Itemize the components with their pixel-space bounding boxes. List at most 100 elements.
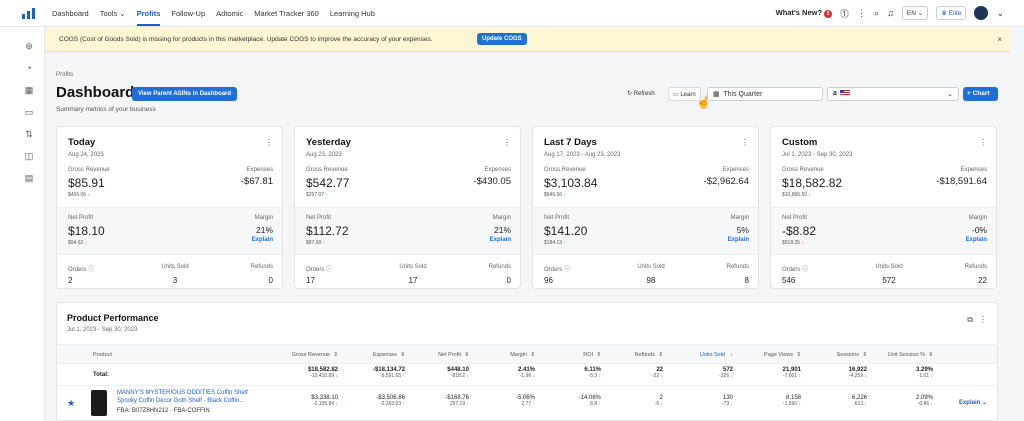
page-title: Dashboard xyxy=(56,84,135,101)
map-icon[interactable]: ◫ xyxy=(24,151,34,161)
card-date: Aug 17, 2023 - Aug 23, 2023 xyxy=(544,152,621,158)
gross-revenue-change: $10,866.50 ↓ xyxy=(782,192,811,198)
add-chart-button[interactable]: + Chart xyxy=(963,87,998,101)
explain-button[interactable]: Explain xyxy=(252,237,273,243)
more-icon[interactable]: ⋮ xyxy=(979,315,987,324)
language-select[interactable]: EN ⌄ xyxy=(901,6,929,20)
breadcrumb[interactable]: Profits xyxy=(56,72,73,78)
column-header-sessions[interactable]: Sessions xyxy=(837,352,859,358)
nav-follow-up[interactable]: Follow-Up xyxy=(171,9,205,26)
more-icon[interactable]: ⋮ xyxy=(979,138,987,147)
margin-label: Margin xyxy=(254,215,273,221)
plan-badge[interactable]: ♛ Elite xyxy=(936,6,967,20)
sort-icon[interactable]: ↓ xyxy=(730,352,733,358)
product-name-link[interactable]: MANNY'S MYSTERIOUS ODDITIES Coffin Shelf… xyxy=(117,390,267,405)
app-logo-icon[interactable] xyxy=(22,8,36,19)
orders-value: 96 xyxy=(544,276,553,285)
net-profit-value: $112.72 xyxy=(306,224,349,238)
column-header-expenses[interactable]: Expenses xyxy=(373,352,397,358)
units-sold-value: 3 xyxy=(172,276,178,285)
chevron-down-icon: ⌄ xyxy=(947,91,953,98)
column-header-net-profit[interactable]: Net Profit xyxy=(438,352,461,358)
sort-icon[interactable]: ⇕ xyxy=(596,352,601,358)
table-cell: 2.09% -0.86 ↓ xyxy=(915,395,933,407)
net-profit-value: $141.20 xyxy=(544,224,588,238)
clipboard-icon[interactable]: ▤ xyxy=(24,173,34,183)
column-header-gross-revenue[interactable]: Gross Revenue xyxy=(292,352,330,358)
column-header-roi[interactable]: ROI xyxy=(583,352,593,358)
explain-button[interactable]: Explain ⌄ xyxy=(959,399,987,406)
card-title: Custom xyxy=(782,137,818,148)
explain-button[interactable]: Explain xyxy=(490,237,511,243)
help-icon[interactable]: ⓵ xyxy=(840,7,849,20)
sort-icon[interactable]: ⇕ xyxy=(400,352,405,358)
trend-down-icon: ↓ xyxy=(335,373,339,379)
bell-icon[interactable]: ♫ xyxy=(887,8,894,18)
sort-icon[interactable]: ⇕ xyxy=(333,352,338,358)
trend-down-icon: ↓ xyxy=(864,373,868,379)
table-cell: 6,226 -613 ↓ xyxy=(851,395,867,407)
search-icon[interactable]: ⌕ xyxy=(874,8,879,19)
total-label: Total: xyxy=(93,372,109,378)
nav-tools[interactable]: Tools ⌄ xyxy=(100,9,126,26)
more-icon[interactable]: ⋮ xyxy=(503,138,511,147)
trend-down-icon: ↓ xyxy=(808,192,811,198)
refresh-button[interactable]: ↻ Refresh xyxy=(623,87,659,101)
star-icon[interactable]: ★ xyxy=(67,398,75,409)
card-icon[interactable]: ▭ xyxy=(24,107,34,117)
view-parent-asins-button[interactable]: View Parent ASINs in Dashboard xyxy=(132,87,238,101)
pointer-cursor-icon: ☝ xyxy=(696,95,711,109)
whats-new-link[interactable]: What's New? 2 xyxy=(776,8,833,18)
sort-icon[interactable]: ⇕ xyxy=(464,352,469,358)
net-profit-label: Net Profit xyxy=(782,215,808,221)
table-cell: 16,922 -4,259 ↓ xyxy=(848,367,868,379)
update-cogs-button[interactable]: Update COGS xyxy=(477,33,527,45)
nav-dashboard[interactable]: Dashboard xyxy=(52,9,89,26)
margin-label: Margin xyxy=(730,215,749,221)
summary-card: Today Aug 24, 2023 ⋮ Gross Revenue $85.91 $45… xyxy=(56,126,283,289)
sort-icon[interactable]: ⇕ xyxy=(530,352,535,358)
explain-button[interactable]: Explain xyxy=(728,237,749,243)
external-link-icon[interactable]: ⧉ xyxy=(967,315,973,325)
boxes-icon[interactable]: ▦ xyxy=(24,85,34,95)
sort-icon[interactable]: ⇕ xyxy=(658,352,663,358)
column-header-unit-session[interactable]: Unit Session % xyxy=(888,352,925,358)
sort-icon[interactable]: ⇕ xyxy=(928,352,933,358)
nav-profits[interactable]: Profits xyxy=(136,9,161,26)
chevron-down-icon[interactable]: ⌄ xyxy=(996,8,1004,19)
dollar-icon[interactable]: ⊛ xyxy=(24,41,34,51)
table-cell: 2 -6 ↓ xyxy=(654,395,663,407)
refresh-icon: ↻ xyxy=(627,91,633,97)
info-icon: ⓘ xyxy=(564,267,571,273)
column-header-page-views[interactable]: Page Views xyxy=(764,352,793,358)
more-icon[interactable]: ⋮ xyxy=(265,138,273,147)
transfer-icon[interactable]: ⇅ xyxy=(24,129,34,139)
column-header-refunds[interactable]: Refunds xyxy=(635,352,656,358)
trend-up-icon: ↑ xyxy=(402,373,406,379)
period-select[interactable]: ▦ This Quarter xyxy=(707,87,823,101)
more-icon[interactable]: ⋮ xyxy=(857,8,866,19)
marketplace-select[interactable]: a ⌄ xyxy=(827,87,959,101)
trend-up-icon: ↑ xyxy=(598,401,602,407)
nav-learning-hub[interactable]: Learning Hub xyxy=(330,9,375,26)
table-cell: $3,338.10 -2,105.84 ↓ xyxy=(311,395,338,407)
more-icon[interactable]: ⋮ xyxy=(741,138,749,147)
nav-adtomic[interactable]: Adtomic xyxy=(216,9,243,26)
expenses-label: Expenses xyxy=(722,167,749,173)
sort-icon[interactable]: ⇕ xyxy=(862,352,867,358)
margin-label: Margin xyxy=(492,215,511,221)
column-header-product[interactable]: Product xyxy=(93,352,112,358)
explain-button[interactable]: Explain xyxy=(966,237,987,243)
nav-market-tracker[interactable]: Market Tracker 360 xyxy=(254,9,319,26)
column-header-margin[interactable]: Margin xyxy=(510,352,527,358)
card-date: Aug 23, 2023 xyxy=(306,152,342,158)
net-profit-value: $18.10 xyxy=(68,224,105,238)
gauge-icon[interactable]: ◔ xyxy=(24,63,34,73)
column-header-units-sold[interactable]: Units Sold xyxy=(700,352,725,358)
close-icon[interactable]: × xyxy=(997,35,1002,44)
sort-icon[interactable]: ⇕ xyxy=(796,352,801,358)
net-profit-change: $87.00 ↑ xyxy=(306,240,326,246)
units-sold-value: 572 xyxy=(882,276,896,285)
avatar[interactable] xyxy=(974,6,989,20)
net-profit-change: $918.35 ↓ xyxy=(782,240,804,246)
